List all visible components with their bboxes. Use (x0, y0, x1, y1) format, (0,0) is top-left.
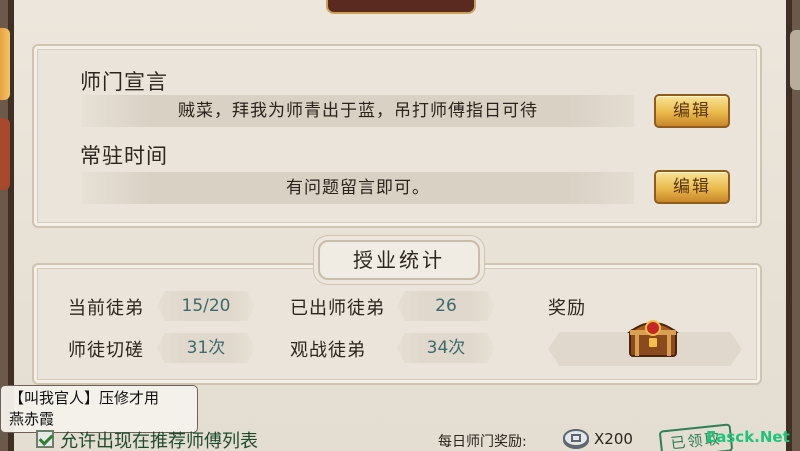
declaration-label: 师门宣言 (80, 70, 168, 94)
current-disciples-value: 15/20 (157, 291, 255, 321)
recommend-checkbox-icon[interactable] (36, 430, 54, 448)
recommend-text[interactable]: 允许出现在推荐师傅列表 (60, 427, 258, 451)
reward-label: 奖励 (548, 298, 586, 319)
bottom-row: 允许出现在推荐师傅列表 每日师门奖励: X200 已领取 (0, 423, 800, 451)
current-disciples-label: 当前徒弟 (68, 298, 144, 319)
chat-line-1: 【叫我官人】压修才用 (9, 389, 160, 407)
online-time-text: 有问题留言即可。 (82, 172, 634, 204)
edit-online-time-button[interactable]: 编辑 (654, 170, 730, 204)
daily-reward-count: X200 (594, 430, 633, 448)
stats-title: 授业统计 (318, 240, 480, 280)
online-time-label: 常驻时间 (80, 144, 168, 168)
spectate-label: 观战徒弟 (290, 340, 366, 361)
graduated-label: 已出师徒弟 (290, 298, 385, 319)
tab-disciple[interactable] (0, 118, 10, 190)
title-plaque (326, 0, 476, 14)
side-handle[interactable] (790, 30, 800, 90)
sparring-label: 师徒切磋 (68, 340, 144, 361)
treasure-chest-icon[interactable] (626, 312, 680, 360)
watermark: Easck.Net (706, 428, 790, 446)
daily-reward-label: 每日师门奖励: (438, 434, 527, 450)
edit-declaration-button[interactable]: 编辑 (654, 94, 730, 128)
spectate-value: 34次 (397, 333, 495, 363)
tab-master[interactable] (0, 28, 10, 100)
graduated-value: 26 (397, 291, 495, 321)
declaration-text: 贼菜，拜我为师青出于蓝，吊打师傅指日可待 (82, 95, 634, 127)
sparring-value: 31次 (157, 333, 255, 363)
silver-coin-icon (562, 426, 590, 450)
